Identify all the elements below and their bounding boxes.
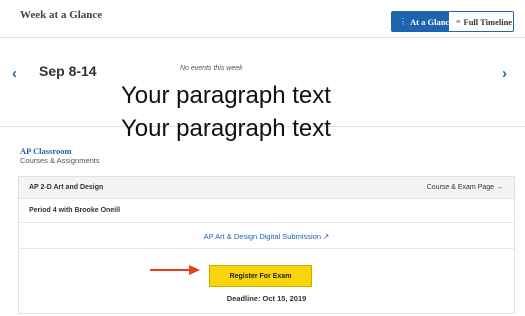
red-arrow-annotation xyxy=(150,265,200,275)
overlay-paragraph-text: Your paragraph text xyxy=(121,82,331,109)
page-title: Week at a Glance xyxy=(20,9,103,21)
at-a-glance-button[interactable]: ⋮ At a Glance xyxy=(392,12,453,31)
view-toggle: ⋮ At a Glance ≡ Full Timeline xyxy=(391,11,514,32)
submission-row: AP Art & Design Digital Submission ↗ xyxy=(19,223,514,249)
no-events-message: No events this week xyxy=(180,65,243,72)
chevron-left-icon[interactable]: ‹ xyxy=(12,66,17,81)
week-label: Sep 8-14 xyxy=(39,63,97,79)
overlay-paragraph-text: Your paragraph text xyxy=(121,115,331,142)
list-icon: ≡ xyxy=(456,17,461,26)
arrow-head xyxy=(189,265,200,275)
divider xyxy=(0,37,525,38)
ap-classroom-subtitle: Courses & Assignments xyxy=(20,156,100,165)
course-card: AP 2-D Art and Design Course & Exam Page… xyxy=(18,176,515,314)
at-a-glance-label: At a Glance xyxy=(410,16,453,27)
register-for-exam-button[interactable]: Register For Exam xyxy=(209,265,312,287)
chevron-right-icon[interactable]: › xyxy=(502,66,507,81)
full-timeline-label: Full Timeline xyxy=(463,16,513,27)
ap-classroom-link[interactable]: AP Classroom xyxy=(20,146,72,156)
period-label: Period 4 with Brooke Oneill xyxy=(29,207,121,214)
deadline-text: Deadline: Oct 15, 2019 xyxy=(226,294,307,303)
full-timeline-button[interactable]: ≡ Full Timeline xyxy=(449,12,513,31)
course-header-row: AP 2-D Art and Design Course & Exam Page… xyxy=(19,177,514,199)
digital-submission-link[interactable]: AP Art & Design Digital Submission ↗ xyxy=(19,232,514,241)
course-exam-page-link[interactable]: Course & Exam Page → xyxy=(427,184,503,191)
period-row: Period 4 with Brooke Oneill xyxy=(19,199,514,223)
vertical-dots-icon: ⋮ xyxy=(399,17,407,26)
course-name: AP 2-D Art and Design xyxy=(29,184,104,191)
